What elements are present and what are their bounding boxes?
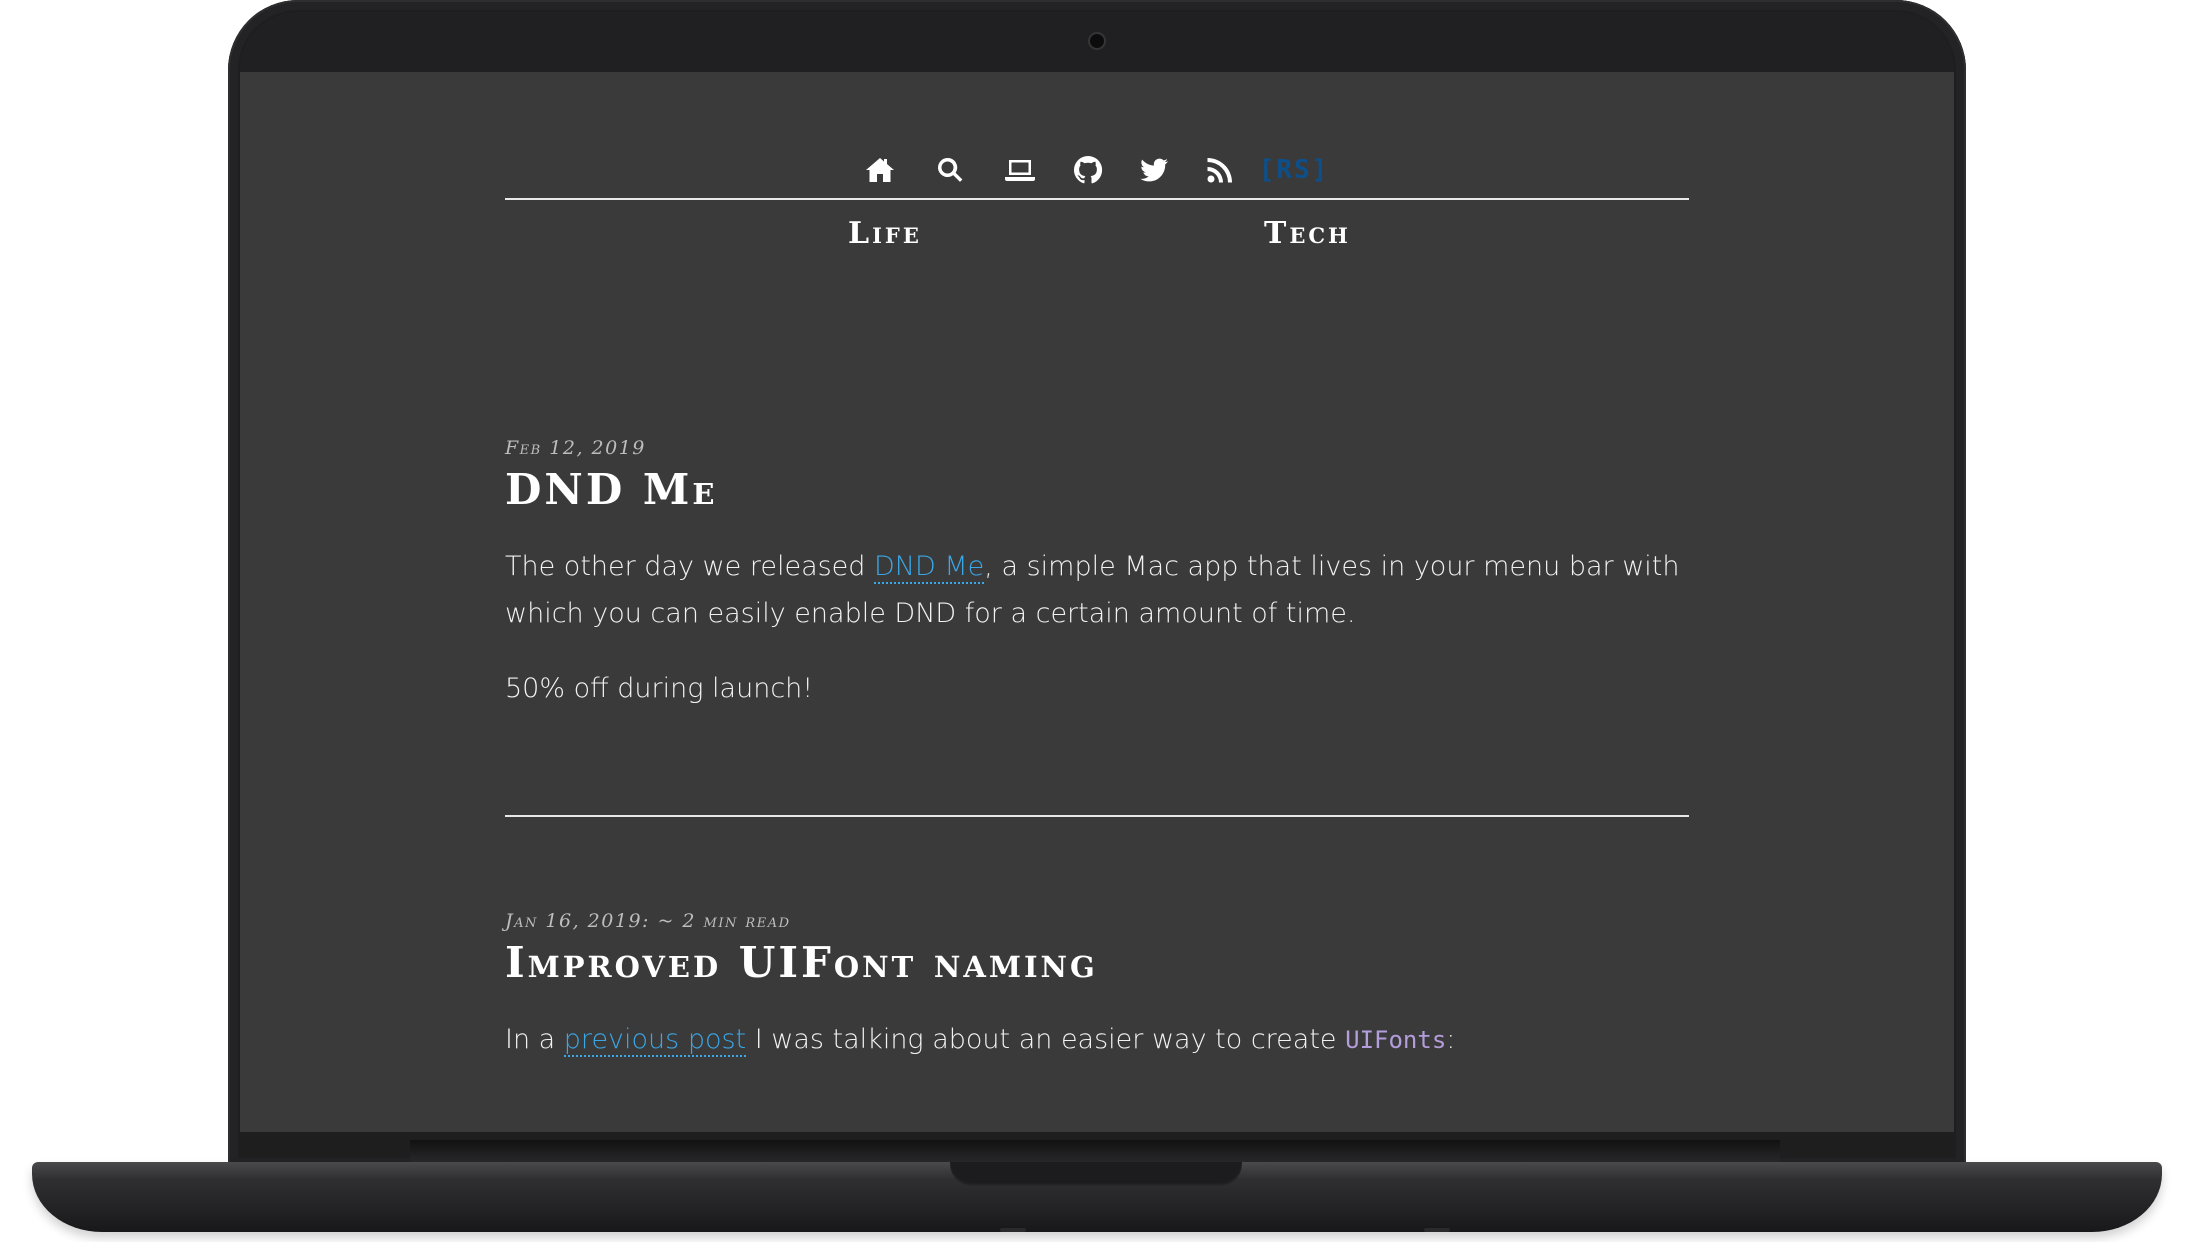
inline-code: UIFonts xyxy=(1345,1026,1447,1055)
laptop-icon[interactable] xyxy=(998,146,1042,194)
post-divider xyxy=(505,815,1689,817)
previous-post-link[interactable]: previous post xyxy=(563,1024,747,1058)
post-excerpt: In a previous post I was talking about a… xyxy=(505,1016,1689,1064)
paragraph-text: I was talking about an easier way to cre… xyxy=(746,1024,1346,1056)
post-title[interactable]: Improved UIFont naming xyxy=(505,939,1689,986)
paragraph-text: : xyxy=(1446,1024,1456,1056)
nav-divider xyxy=(505,198,1689,200)
rss-icon[interactable] xyxy=(1198,146,1242,194)
paragraph-text: In a xyxy=(505,1024,564,1056)
home-icon[interactable] xyxy=(858,146,902,194)
category-tech-link[interactable]: Tech xyxy=(1264,216,1351,251)
post-title[interactable]: DND Me xyxy=(505,466,1689,513)
search-icon[interactable] xyxy=(928,146,972,194)
webcam xyxy=(1090,34,1104,48)
post-dnd-me: Feb 12, 2019 DND Me The other day we rel… xyxy=(505,437,1689,740)
post-improved-uifont-naming: Jan 16, 2019: ~ 2 min read Improved UIFo… xyxy=(505,910,1689,1092)
post-paragraph: 50% off during launch! xyxy=(505,673,814,705)
site-logo[interactable]: [RS] xyxy=(1254,146,1334,194)
paragraph-text: The other day we released xyxy=(505,551,875,583)
trackpad-notch xyxy=(950,1162,1242,1186)
icon-navigation: [RS] xyxy=(240,146,1954,194)
category-life-link[interactable]: Life xyxy=(848,216,922,251)
post-paragraph: The other day we released DND Me, a simp… xyxy=(505,543,1689,637)
post-date: Feb 12, 2019 xyxy=(505,437,646,459)
post-date-read-time: Jan 16, 2019: ~ 2 min read xyxy=(505,910,791,932)
browser-viewport[interactable]: [RS] Life Tech Feb 12, 2019 DND Me The o… xyxy=(240,72,1954,1132)
post-paragraph: In a previous post I was talking about a… xyxy=(505,1016,1689,1064)
laptop-foot-left xyxy=(1000,1228,1026,1232)
laptop-hinge xyxy=(410,1140,1780,1164)
post-excerpt: The other day we released DND Me, a simp… xyxy=(505,543,1689,712)
twitter-icon[interactable] xyxy=(1132,146,1176,194)
github-icon[interactable] xyxy=(1066,146,1110,194)
laptop-foot-right xyxy=(1424,1228,1450,1232)
dnd-me-link[interactable]: DND Me xyxy=(874,551,985,585)
